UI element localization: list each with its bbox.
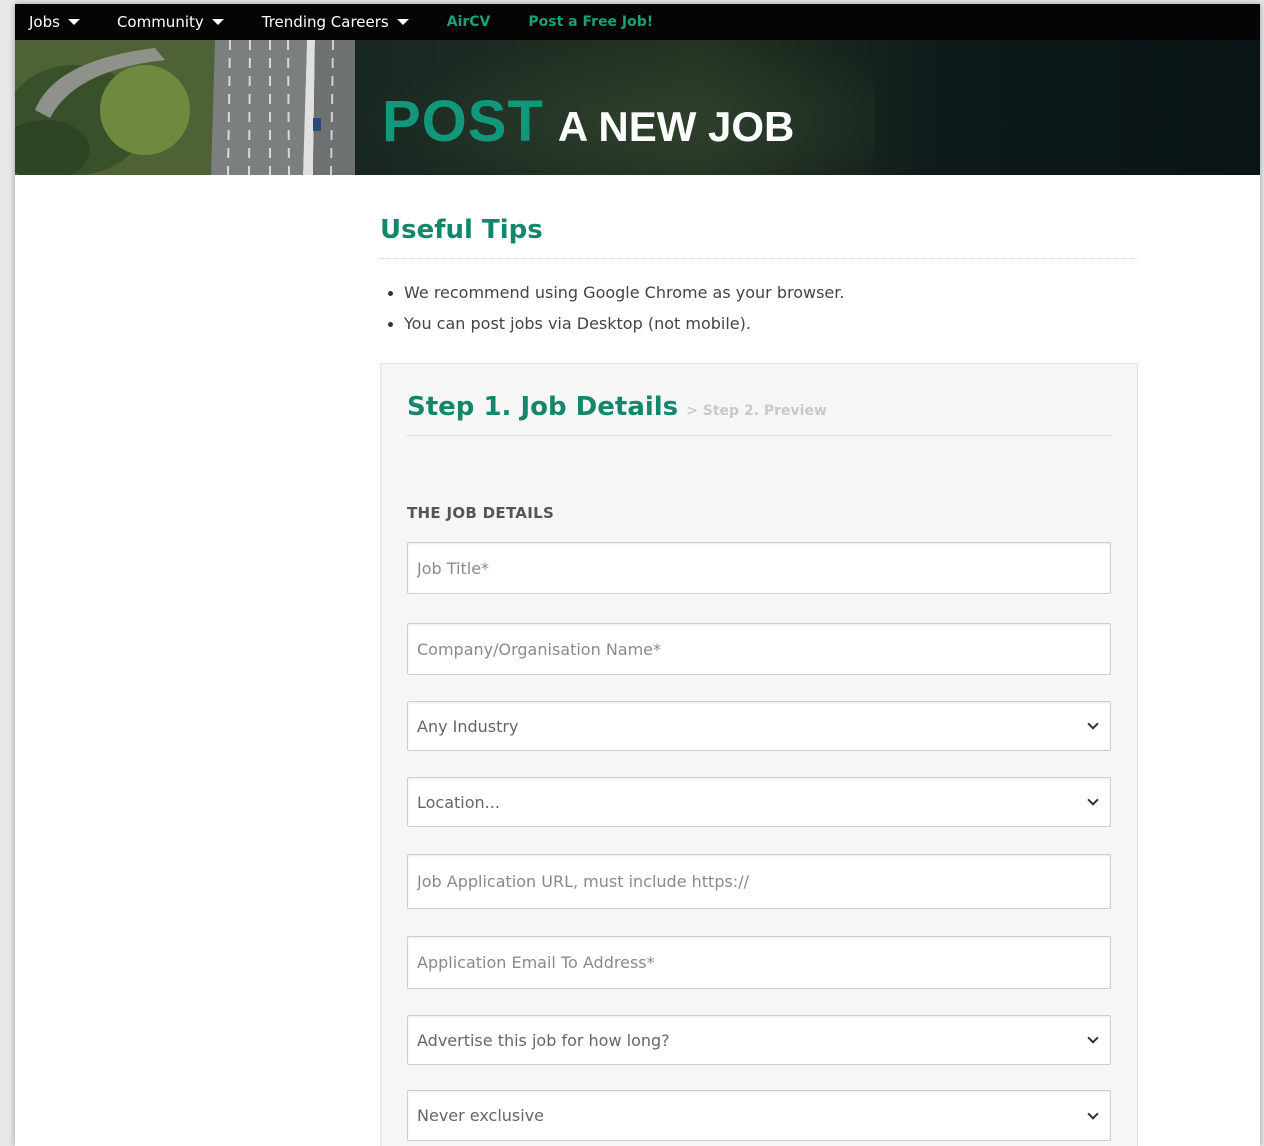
- top-nav: Jobs Community Trending Careers AirCV Po…: [15, 4, 1260, 40]
- tip-item: You can post jobs via Desktop (not mobil…: [380, 314, 1138, 345]
- nav-jobs[interactable]: Jobs: [29, 4, 80, 40]
- location-select[interactable]: Location...: [407, 777, 1111, 827]
- step-1-label: Step 1. Job Details: [407, 392, 679, 422]
- main-content: Useful Tips We recommend using Google Ch…: [380, 175, 1138, 1146]
- location-select-value: Location...: [417, 792, 500, 812]
- step-indicator: Step 1. Job Details > Step 2. Preview: [407, 392, 827, 422]
- nav-community[interactable]: Community: [117, 4, 224, 40]
- job-details-section-label: THE JOB DETAILS: [407, 504, 555, 522]
- application-email-input[interactable]: [407, 936, 1111, 989]
- page-title-new-job: A NEW JOB: [557, 103, 795, 150]
- page-title-post: POST: [382, 89, 544, 154]
- caret-down-icon: [396, 19, 409, 25]
- application-url-input[interactable]: [407, 854, 1111, 909]
- nav-aircv-link[interactable]: AirCV: [447, 4, 491, 40]
- step-divider: [407, 435, 1111, 436]
- nav-trending-careers[interactable]: Trending Careers: [262, 4, 409, 40]
- nav-post-free-job-link[interactable]: Post a Free Job!: [528, 4, 653, 40]
- nav-community-label: Community: [116, 13, 204, 31]
- tip-item: We recommend using Google Chrome as your…: [380, 283, 1138, 314]
- chevron-down-icon: [1087, 1107, 1099, 1120]
- job-details-form: Step 1. Job Details > Step 2. Preview TH…: [380, 363, 1138, 1146]
- industry-select-value: Any Industry: [417, 716, 519, 736]
- caret-down-icon: [211, 19, 224, 25]
- exclusivity-select-value: Never exclusive: [417, 1106, 545, 1125]
- tips-divider: [380, 258, 1138, 259]
- chevron-down-icon: [1087, 794, 1099, 806]
- step-2-label: > Step 2. Preview: [686, 403, 827, 419]
- hero-banner: POST A NEW JOB: [15, 40, 1260, 175]
- job-title-input[interactable]: [407, 542, 1111, 594]
- company-name-input[interactable]: [407, 623, 1111, 675]
- exclusivity-select[interactable]: Never exclusive: [407, 1090, 1111, 1141]
- chevron-down-icon: [1087, 1032, 1099, 1044]
- chevron-down-icon: [1087, 718, 1099, 730]
- tips-list: We recommend using Google Chrome as your…: [380, 283, 1138, 345]
- hero-aerial-photo: [15, 40, 355, 175]
- useful-tips-heading: Useful Tips: [380, 215, 543, 245]
- page-title: POST A NEW JOB: [382, 88, 794, 155]
- caret-down-icon: [67, 19, 80, 25]
- advertise-duration-select-value: Advertise this job for how long?: [417, 1030, 670, 1050]
- advertise-duration-select[interactable]: Advertise this job for how long?: [407, 1015, 1111, 1065]
- nav-trending-careers-label: Trending Careers: [261, 13, 389, 31]
- nav-jobs-label: Jobs: [29, 13, 60, 31]
- industry-select[interactable]: Any Industry: [407, 701, 1111, 751]
- page: Jobs Community Trending Careers AirCV Po…: [15, 4, 1260, 1146]
